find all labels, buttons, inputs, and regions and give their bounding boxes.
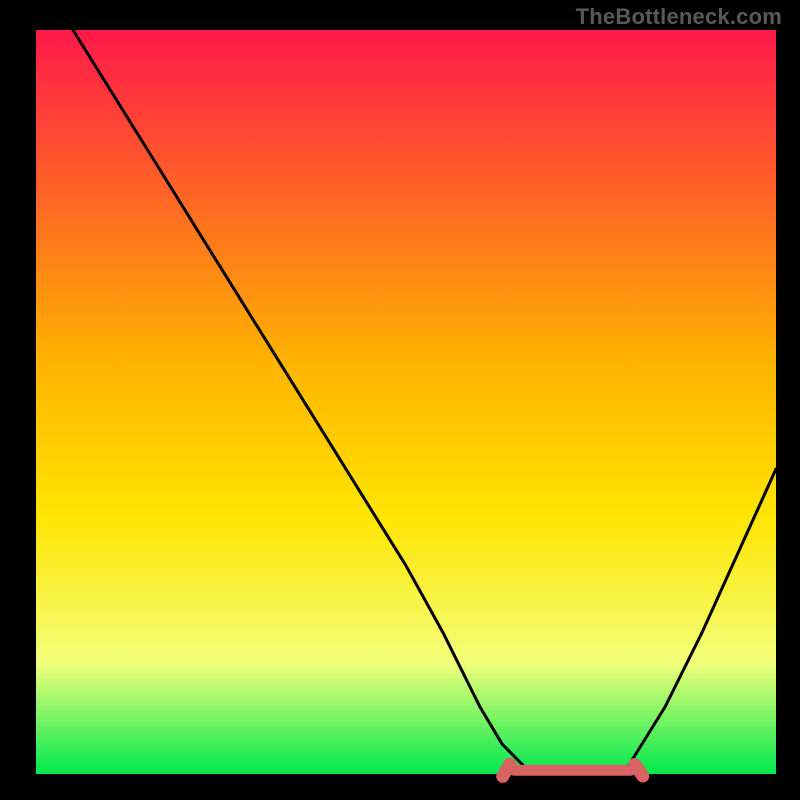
plot-background	[36, 30, 776, 774]
optimal-range-marker	[503, 764, 643, 776]
chart-stage: TheBottleneck.com	[0, 0, 800, 800]
chart-svg	[0, 0, 800, 800]
